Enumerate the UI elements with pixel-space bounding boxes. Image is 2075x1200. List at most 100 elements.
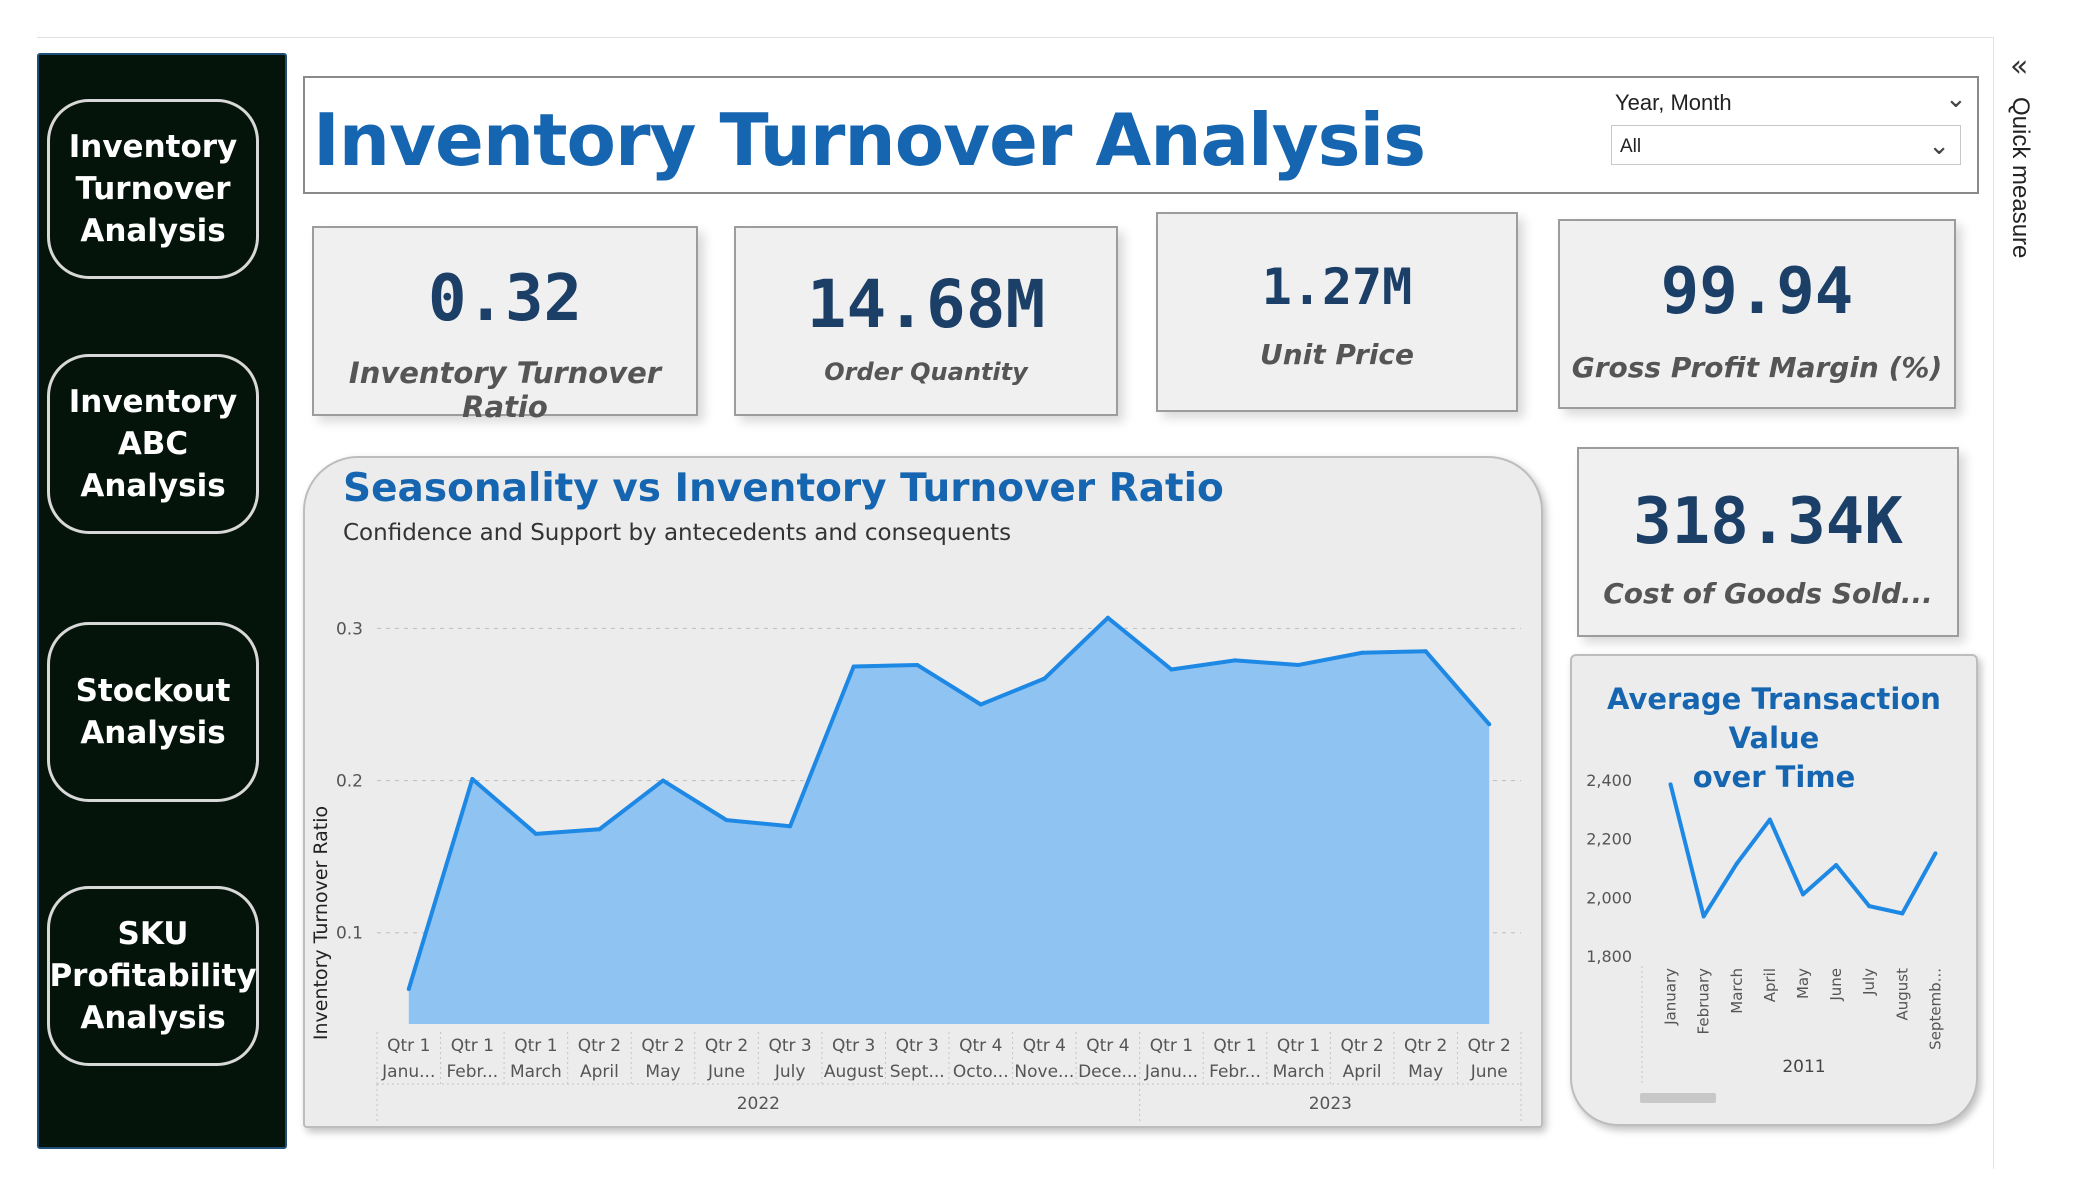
x-tick-year-label: 2022 [737,1094,780,1114]
x-tick-label: May [1794,968,1812,999]
x-tick-month-label: May [1408,1062,1443,1082]
x-tick-month-label: Janu... [1144,1062,1198,1082]
kpi-label: Cost of Goods Sold... [1603,577,1933,610]
y-tick-label: 0.3 [336,619,363,639]
chevron-down-icon: ⌄ [1928,130,1950,160]
x-tick-month-label: Nove... [1014,1062,1074,1082]
x-tick-quarter-label: Qtr 4 [1023,1036,1066,1056]
x-tick-month-label: April [580,1062,619,1082]
data-point [1801,892,1805,897]
x-tick-quarter-label: Qtr 2 [1404,1036,1447,1056]
data-point [851,664,856,669]
data-point [978,702,983,707]
data-point [1701,914,1706,919]
x-tick-month-label: Octo... [953,1062,1009,1082]
data-point [661,778,665,783]
kpi-label: Order Quantity [824,358,1028,386]
x-tick-label: March [1728,968,1746,1014]
area-fill [408,617,1490,1024]
navigation-sidebar: Inventory Turnover Analysis Inventory AB… [37,53,287,1149]
x-tick-month-label: June [1470,1062,1508,1082]
seasonality-area-chart: Inventory Turnover Ratio 0.3 0.2 0.1 Qtr 1 Q… [310,615,1522,1122]
quick-measure-label[interactable]: Quick measure [2006,97,2034,258]
x-tick-quarter-label: Qtr 1 [387,1036,430,1056]
data-point [1900,911,1905,916]
data-point [533,831,538,836]
x-tick-label: August [1893,968,1911,1021]
data-point [724,818,729,823]
nav-button-stockout[interactable]: Stockout Analysis [47,622,259,802]
data-point [1105,615,1110,620]
page-title: Inventory Turnover Analysis [313,98,1426,182]
x-tick-quarter-label: Qtr 3 [832,1036,875,1056]
x-tick-label: Septemb... [1926,968,1944,1050]
x-tick-quarter-label: Qtr 2 [641,1036,684,1056]
kpi-value: 1.27M [1261,258,1413,316]
x-tick-quarter-label: Qtr 1 [1213,1036,1256,1056]
slicer-selected-value: All [1620,136,1642,157]
x-tick-month-label: Febr... [1209,1062,1261,1082]
x-tick-month-label: Janu... [381,1062,435,1082]
kpi-value: 318.34K [1633,485,1903,559]
year-month-slicer-dropdown[interactable]: All ⌄ [1611,125,1961,165]
nav-button-sku-profitability[interactable]: SKU Profitability Analysis [47,886,259,1066]
chevron-down-icon[interactable]: ⌄ [1945,84,1967,114]
kpi-value: 99.94 [1660,255,1854,329]
x-tick-month-label: Sept... [890,1062,945,1082]
data-point [406,987,411,992]
avg-transaction-chart-card[interactable]: Average Transaction Value over Time 2011… [1570,654,1978,1126]
y-tick-label: 2,000 [1586,888,1632,907]
x-tick-quarter-label: Qtr 3 [768,1036,811,1056]
x-tick-quarter-label: Qtr 2 [578,1036,621,1056]
x-tick-quarter-label: Qtr 1 [451,1036,494,1056]
data-point [470,777,475,782]
scrollbar-thumb[interactable] [1640,1093,1716,1103]
data-point [1487,722,1492,727]
data-point [597,827,602,832]
kpi-label: Unit Price [1259,338,1415,371]
x-tick-label: June [1827,968,1845,1002]
x-tick-month-label: August [824,1062,884,1082]
y-axis-label: Inventory Turnover Ratio [310,806,332,1040]
y-tick-label: 1,800 [1586,947,1632,966]
nav-button-inventory-abc[interactable]: Inventory ABC Analysis [47,354,259,534]
year-month-slicer-label: Year, Month [1615,90,1732,115]
x-tick-quarter-label: Qtr 2 [705,1036,748,1056]
x-tick-quarter-label: Qtr 1 [1277,1036,1320,1056]
x-tick-label: February [1695,968,1713,1035]
avg-transaction-line-chart: 2011 2,400 2,200 2,000 1,800 January February… [1586,771,1944,1103]
x-tick-month-label: Febr... [446,1062,498,1082]
y-tick-label: 2,400 [1586,771,1632,790]
quick-measure-pane: « Quick measure [1993,37,2050,1169]
data-point [1169,667,1174,672]
x-tick-month-label: May [645,1062,680,1082]
data-point [1734,861,1739,866]
x-tick-quarter-label: Qtr 3 [896,1036,939,1056]
kpi-card-turnover[interactable]: 0.32 Inventory Turnover Ratio [312,226,698,424]
kpi-card-unit-price[interactable]: 1.27M Unit Price [1156,212,1518,412]
x-tick-month-label: March [510,1062,562,1082]
x-tick-label: January [1662,968,1680,1026]
data-point [1834,863,1839,868]
double-chevron-left-icon[interactable]: « [2010,49,2028,84]
x-tick-quarter-label: Qtr 1 [514,1036,557,1056]
kpi-label: Inventory Turnover Ratio [348,356,662,424]
kpi-card-gross-margin[interactable]: 99.94 Gross Profit Margin (%) [1558,219,1956,409]
x-tick-quarter-label: Qtr 1 [1150,1036,1193,1056]
x-tick-quarter-label: Qtr 4 [959,1036,1002,1056]
y-tick-label: 0.1 [336,924,363,944]
x-tick-quarter-label: Qtr 2 [1340,1036,1383,1056]
page-header: Inventory Turnover Analysis Year, Month … [303,76,1979,194]
kpi-card-cogs[interactable]: 318.34K Cost of Goods Sold... [1577,447,1959,637]
data-point [1360,650,1365,655]
nav-button-inventory-turnover[interactable]: Inventory Turnover Analysis [47,99,259,279]
seasonality-chart-card[interactable]: Seasonality vs Inventory Turnover Ratio … [303,456,1543,1128]
series-line [1668,783,1938,919]
data-point [1933,851,1938,856]
data-point [788,824,793,829]
y-tick-label: 0.2 [336,772,363,792]
kpi-label: Gross Profit Margin (%) [1571,351,1943,384]
kpi-value: 14.68M [806,266,1046,343]
x-tick-quarter-label: Qtr 2 [1468,1036,1511,1056]
kpi-card-order-quantity[interactable]: 14.68M Order Quantity [734,226,1118,416]
